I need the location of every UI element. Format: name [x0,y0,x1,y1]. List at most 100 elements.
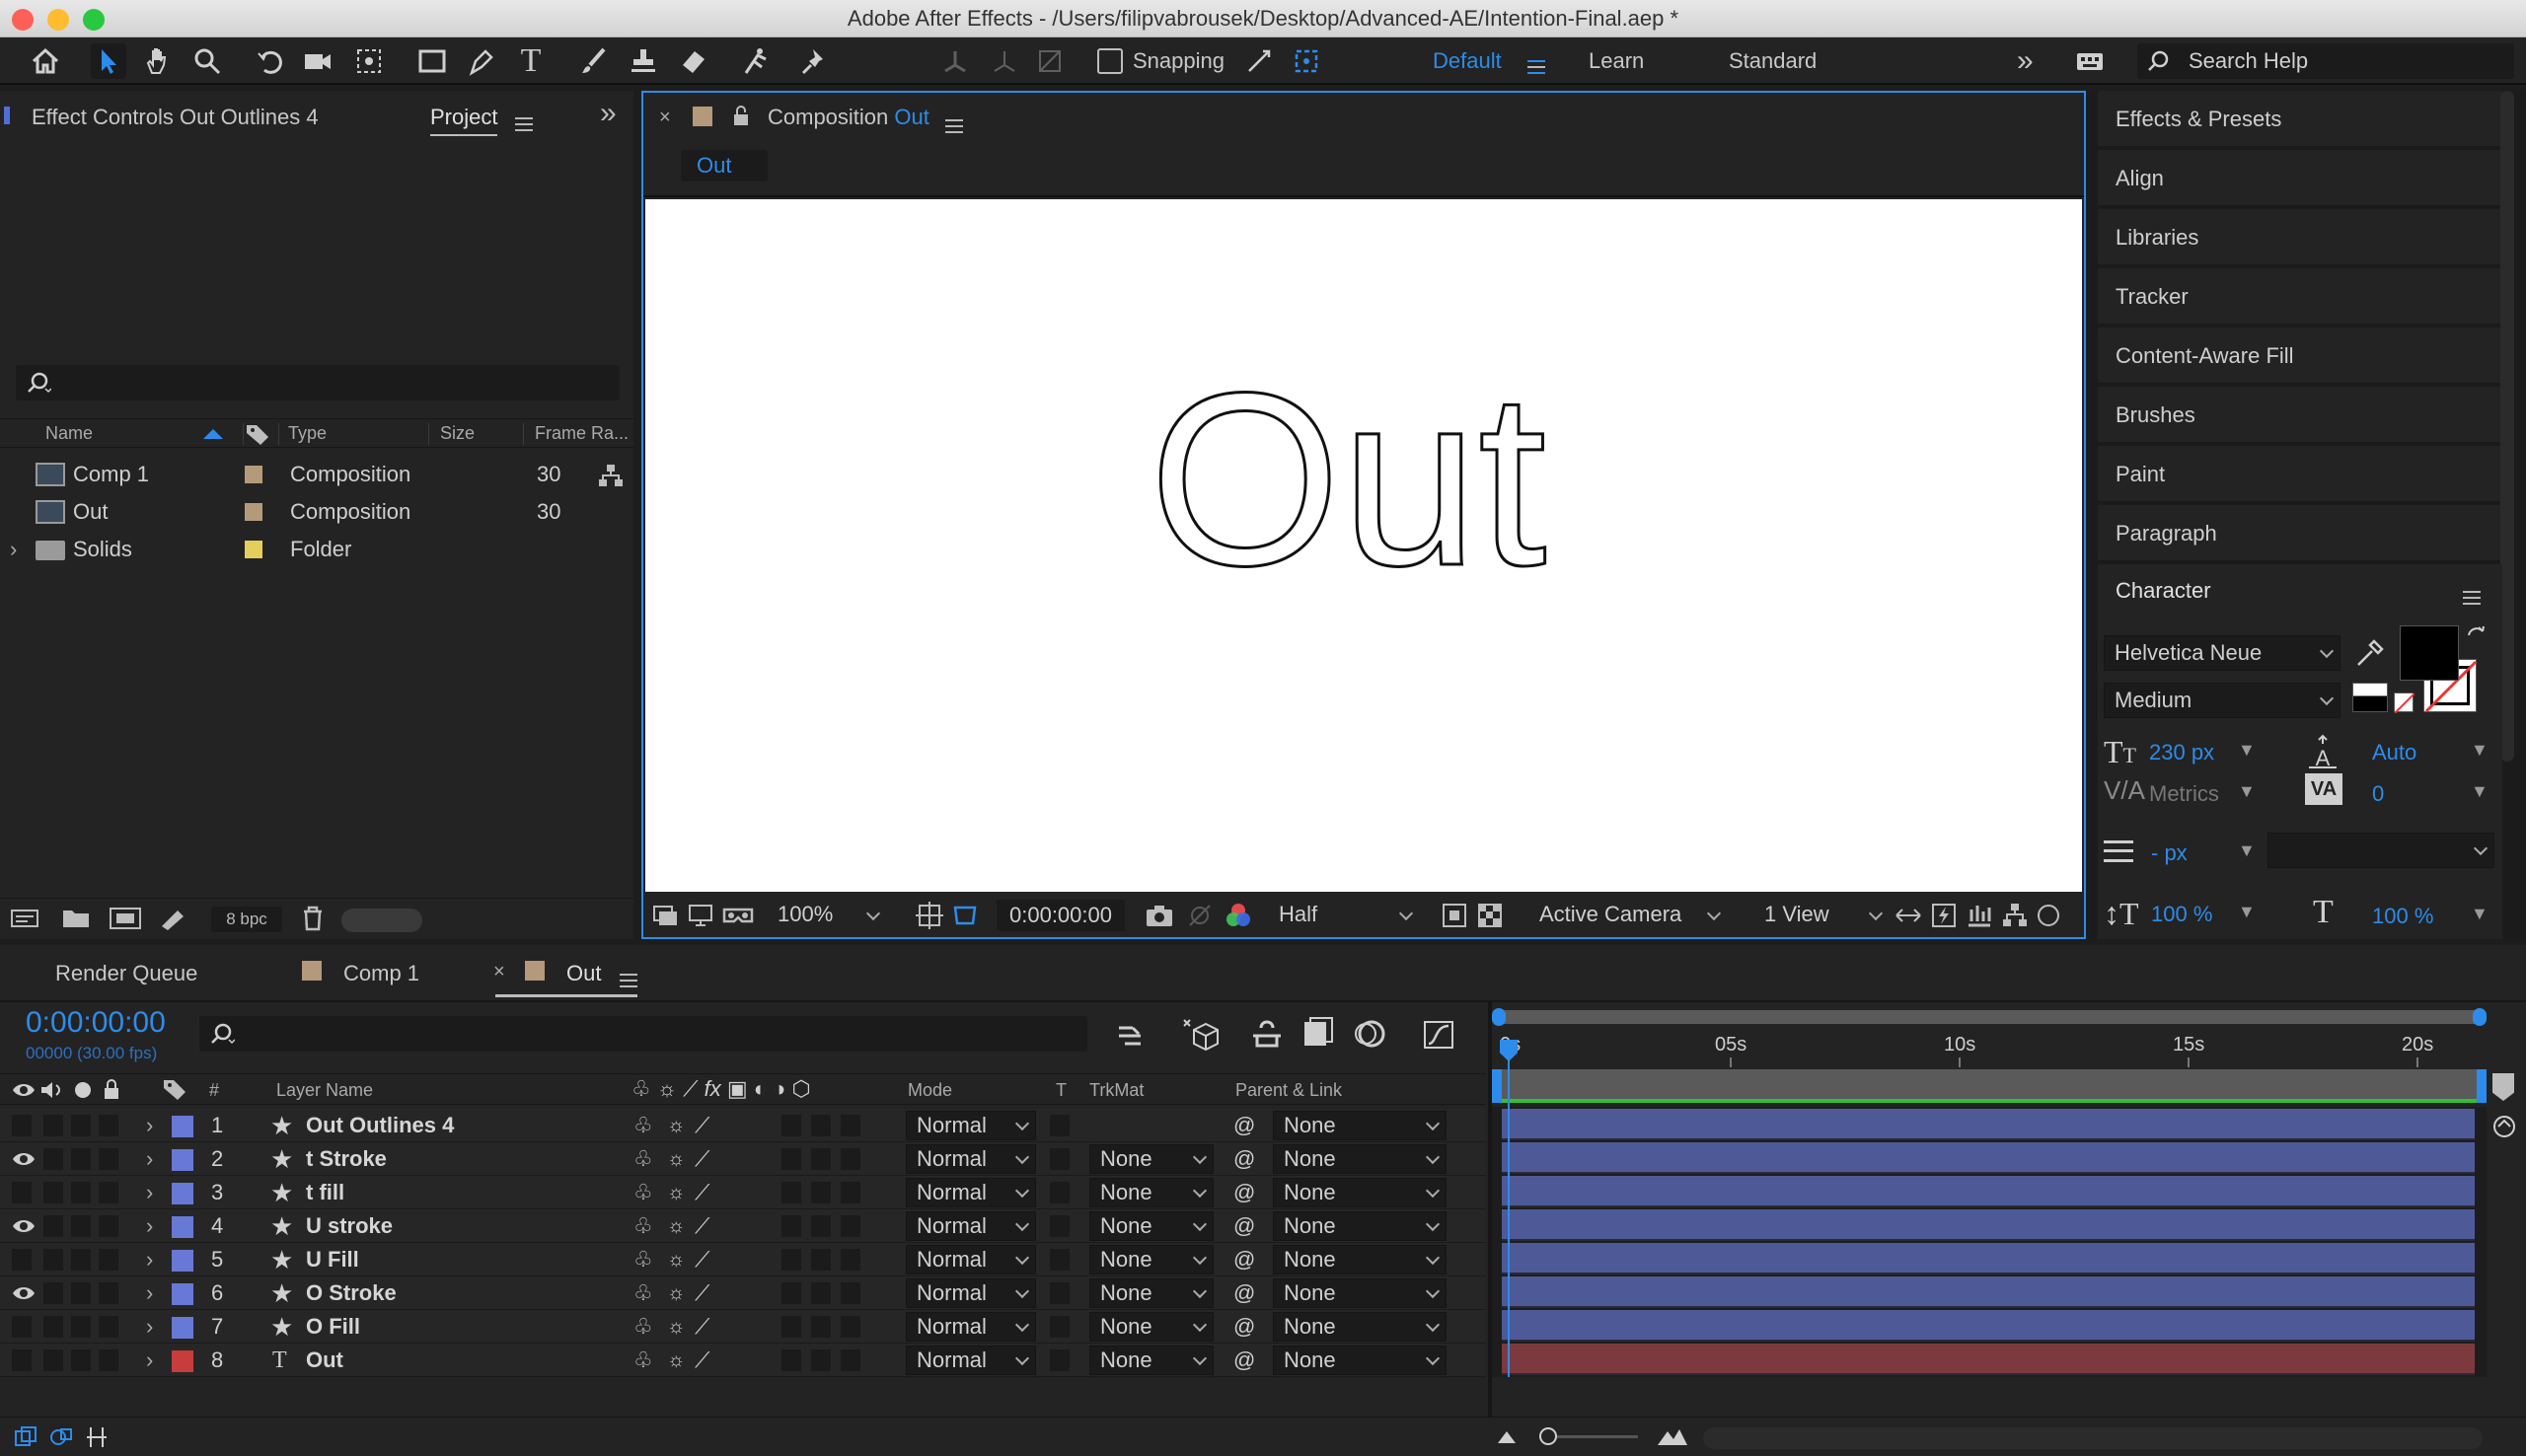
layer-duration-bar[interactable] [1502,1243,2475,1274]
eyedropper-icon[interactable] [2352,635,2386,671]
workspace-standard[interactable]: Standard [1729,37,1817,85]
layer-name[interactable]: U Fill [306,1243,359,1276]
panel-align[interactable]: Align [2098,150,2502,207]
type-tool-icon[interactable]: T [513,43,549,79]
parent-pickwhip-icon[interactable]: @ [1233,1209,1255,1243]
effects-switch[interactable] [781,1282,801,1304]
collapse-switch-icon[interactable]: ☼ [667,1209,685,1243]
layer-label-color[interactable] [172,1149,193,1171]
timeline-layer-row[interactable]: › 5 ★ U Fill ♧ ☼ ⟋ Normal None @ None [0,1243,1486,1276]
graph-editor-icon[interactable] [1421,1016,1456,1052]
character-menu-icon[interactable] [2463,584,2481,610]
motion-blur-switch[interactable] [841,1182,860,1203]
expand-chevron-icon[interactable]: › [146,1276,153,1310]
stroke-width-value[interactable]: - px [2151,840,2188,866]
collapse-switch-icon[interactable]: ☼ [667,1176,685,1209]
collapse-switch-icon[interactable]: ☼ [667,1109,685,1142]
solo-toggle[interactable] [71,1182,91,1203]
zoom-dropdown[interactable]: 100% [768,900,886,931]
audio-toggle[interactable] [43,1182,63,1203]
mask-visibility-icon[interactable] [951,902,979,929]
quality-switch-icon[interactable]: ⟋ [695,1142,709,1176]
frame-blend-switch[interactable] [811,1182,831,1203]
stroke-width-dropdown-icon[interactable]: ▼ [2238,840,2256,861]
frame-blend-switch[interactable] [811,1148,831,1170]
timeline-horizontal-scrollbar[interactable] [1703,1427,2483,1449]
layer-duration-bar[interactable] [1502,1276,2475,1308]
audio-toggle[interactable] [43,1215,63,1237]
layer-name[interactable]: Out Outlines 4 [306,1109,454,1142]
preserve-transparency-toggle[interactable] [1050,1182,1070,1203]
collapse-switch-icon[interactable]: ☼ [667,1276,685,1310]
trkmat-dropdown[interactable]: None [1089,1245,1214,1274]
panel-effects-presets[interactable]: Effects & Presets [2098,91,2502,148]
view-axis-mode-icon[interactable] [1032,43,1068,79]
panel-content-aware-fill[interactable]: Content-Aware Fill [2098,328,2502,385]
flowchart-icon[interactable] [598,464,624,487]
parent-pickwhip-icon[interactable]: @ [1233,1243,1255,1276]
expand-chevron-icon[interactable]: › [146,1209,153,1243]
font-family-dropdown[interactable]: Helvetica Neue [2104,635,2340,671]
tracking-dropdown-icon[interactable]: ▼ [2471,781,2489,802]
toggle-pixel-aspect-icon[interactable] [1894,902,1922,929]
right-panel-scrollbar[interactable] [2500,91,2514,762]
comp-flowchart-icon[interactable] [2001,902,2029,929]
expand-chevron-icon[interactable]: › [146,1109,153,1142]
column-layer-name[interactable]: Layer Name [276,1080,373,1101]
work-area-end-handle[interactable] [2477,1069,2487,1103]
workspace-overflow-icon[interactable]: » [2017,37,2034,85]
lock-toggle[interactable] [99,1316,118,1338]
label-color-swatch[interactable] [245,503,262,521]
camera-tool-icon[interactable] [300,43,335,79]
home-icon[interactable] [28,43,63,79]
comp-button-icon[interactable] [2490,1113,2518,1140]
solo-toggle[interactable] [71,1316,91,1338]
new-folder-icon[interactable] [61,907,91,930]
work-area-start-handle[interactable] [1492,1069,1502,1103]
monitor-icon[interactable] [687,902,714,929]
pen-tool-icon[interactable] [464,43,499,79]
horizontal-scale-dropdown-icon[interactable]: ▼ [2471,904,2489,924]
leading-dropdown-icon[interactable]: ▼ [2471,740,2489,761]
parent-dropdown[interactable]: None [1273,1111,1447,1140]
audio-toggle[interactable] [43,1115,63,1136]
local-axis-mode-icon[interactable] [937,43,973,79]
effects-switch[interactable] [781,1115,801,1136]
panel-menu-icon[interactable] [620,967,637,992]
effects-switch[interactable] [781,1249,801,1271]
quality-switch-icon[interactable]: ⟋ [695,1344,709,1377]
solo-switch-icon[interactable] [75,1082,91,1098]
lock-toggle[interactable] [99,1182,118,1203]
visibility-toggle[interactable] [12,1349,32,1371]
panel-paragraph[interactable]: Paragraph [2098,505,2502,562]
layer-duration-bar[interactable] [1502,1109,2475,1140]
channel-rgb-icon[interactable] [1224,902,1253,929]
column-parent-link[interactable]: Parent & Link [1235,1080,1342,1101]
shy-switch-icon[interactable]: ♧ [633,1176,653,1209]
layer-name[interactable]: Out [306,1344,343,1377]
trkmat-dropdown[interactable]: None [1089,1312,1214,1342]
visibility-eye-icon[interactable] [12,1284,36,1302]
new-composition-icon[interactable] [109,905,142,932]
timeline-layer-row[interactable]: › 8 T Out ♧ ☼ ⟋ Normal None @ None [0,1344,1486,1377]
layer-switches-toggle-icon[interactable] [14,1425,37,1449]
roto-brush-tool-icon[interactable] [738,43,774,79]
font-size-value[interactable]: 230 px [2149,740,2214,765]
frame-blend-switch[interactable] [811,1349,831,1371]
fast-previews-icon[interactable] [1930,902,1958,929]
expand-chevron-icon[interactable]: › [146,1344,153,1377]
layer-label-color[interactable] [172,1350,193,1372]
collapse-switch-icon[interactable]: ☼ [667,1310,685,1344]
column-mode[interactable]: Mode [908,1080,952,1101]
time-ruler[interactable]: 0s 05s 10s 15s 20s [1492,1028,2487,1067]
lock-toggle[interactable] [99,1148,118,1170]
in-out-toggle-icon[interactable] [85,1425,109,1449]
playhead-line[interactable] [1508,1059,1510,1377]
navigator-start-handle[interactable] [1492,1008,1506,1026]
title-action-safe-icon[interactable] [916,902,943,929]
zoom-in-mountain-icon[interactable] [1656,1423,1689,1447]
preserve-transparency-toggle[interactable] [1050,1316,1070,1338]
motion-blur-switch[interactable] [841,1316,860,1338]
timeline-layer-row[interactable]: › 7 ★ O Fill ♧ ☼ ⟋ Normal None @ None [0,1310,1486,1344]
label-tag-icon[interactable] [162,1078,187,1100]
